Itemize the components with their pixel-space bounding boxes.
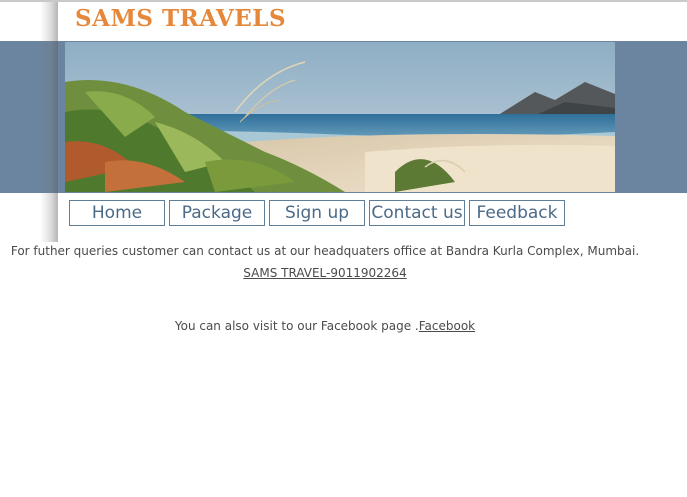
phone-line: SAMS TRAVEL-9011902264	[0, 266, 650, 280]
facebook-prefix-text: You can also visit to our Facebook page …	[174, 319, 419, 333]
site-logo[interactable]: SAMS TRAVELS	[75, 5, 286, 32]
nav-contact-button[interactable]: Contact us	[369, 200, 465, 226]
nav-feedback-button[interactable]: Feedback	[469, 200, 565, 226]
facebook-line: You can also visit to our Facebook page …	[0, 319, 650, 333]
phone-link[interactable]: SAMS TRAVEL-9011902264	[243, 266, 406, 280]
nav-home-button[interactable]: Home	[69, 200, 165, 226]
facebook-link[interactable]: Facebook	[419, 319, 475, 333]
page-shadow	[40, 2, 58, 242]
page: SAMS TRAVELS Home Package Sign up Contac…	[0, 0, 687, 497]
nav-signup-button[interactable]: Sign up	[269, 200, 365, 226]
top-border	[0, 0, 687, 2]
nav-package-button[interactable]: Package	[169, 200, 265, 226]
contact-text: For futher queries customer can contact …	[10, 244, 640, 258]
beach-banner-image	[65, 42, 615, 192]
